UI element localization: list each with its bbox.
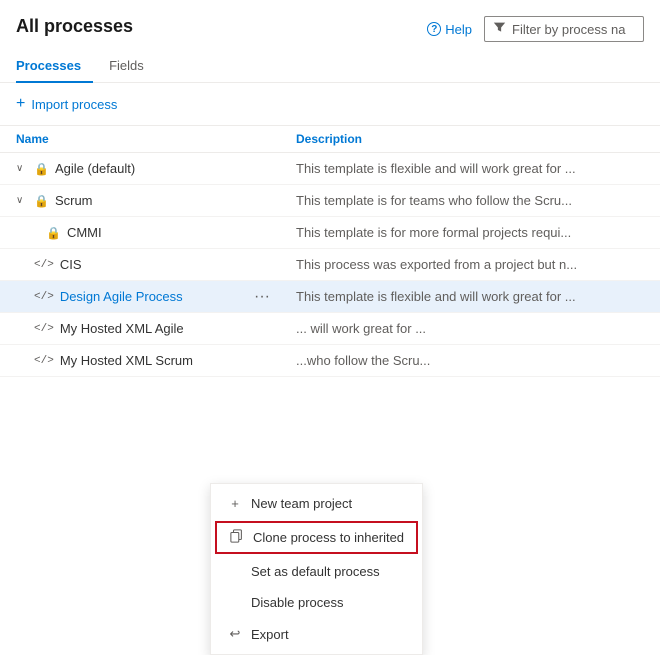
plus-icon: + bbox=[16, 95, 25, 113]
row-name-scrum: ∨ 🔒 Scrum bbox=[16, 193, 296, 208]
filter-placeholder: Filter by process na bbox=[512, 22, 625, 37]
process-name-design-agile[interactable]: Design Agile Process bbox=[60, 289, 183, 304]
row-description-xml-agile: ... will work great for ... bbox=[296, 321, 644, 336]
col-header-description[interactable]: Description bbox=[296, 132, 644, 146]
plus-menu-icon: + bbox=[227, 496, 243, 511]
col-header-name[interactable]: Name bbox=[16, 132, 296, 146]
table-row: ∨ 🔒 Scrum This template is for teams who… bbox=[0, 185, 660, 217]
row-name-agile: ∨ 🔒 Agile (default) bbox=[16, 161, 296, 176]
menu-item-disable[interactable]: Disable process bbox=[211, 587, 422, 618]
code-icon: </> bbox=[34, 259, 54, 271]
row-description-agile: This template is flexible and will work … bbox=[296, 161, 644, 176]
page-header: All processes ? Help Filter by process n… bbox=[0, 0, 660, 42]
row-name-cis: </> CIS bbox=[16, 257, 296, 272]
expand-icon[interactable]: ∨ bbox=[16, 163, 28, 174]
process-name-agile: Agile (default) bbox=[55, 161, 135, 176]
row-description-cis: This process was exported from a project… bbox=[296, 257, 644, 272]
row-description-scrum: This template is for teams who follow th… bbox=[296, 193, 644, 208]
import-process-button[interactable]: + Import process bbox=[16, 91, 117, 117]
help-link[interactable]: ? Help bbox=[427, 22, 472, 37]
menu-item-new-project[interactable]: + New team project bbox=[211, 488, 422, 519]
lock-icon: 🔒 bbox=[34, 162, 49, 176]
process-name-cmmi: CMMI bbox=[67, 225, 102, 240]
tab-fields[interactable]: Fields bbox=[109, 50, 156, 83]
table-row: ∨ 🔒 Agile (default) This template is fle… bbox=[0, 153, 660, 185]
import-label: Import process bbox=[31, 97, 117, 112]
row-name-cmmi: 🔒 CMMI bbox=[16, 225, 296, 240]
table-row: 🔒 CMMI This template is for more formal … bbox=[0, 217, 660, 249]
help-icon: ? bbox=[427, 22, 441, 36]
row-description-design-agile: This template is flexible and will work … bbox=[296, 289, 644, 304]
row-name-xml-agile: </> My Hosted XML Agile bbox=[16, 321, 296, 336]
table-header: Name Description bbox=[0, 126, 660, 153]
menu-label-disable: Disable process bbox=[251, 595, 344, 610]
toolbar: + Import process bbox=[0, 83, 660, 126]
process-name-scrum: Scrum bbox=[55, 193, 93, 208]
row-name-xml-scrum: </> My Hosted XML Scrum bbox=[16, 353, 296, 368]
table-body: ∨ 🔒 Agile (default) This template is fle… bbox=[0, 153, 660, 377]
code-icon: </> bbox=[34, 291, 54, 303]
menu-item-export[interactable]: ↩ Export bbox=[211, 618, 422, 650]
filter-box[interactable]: Filter by process na bbox=[484, 16, 644, 42]
tab-processes[interactable]: Processes bbox=[16, 50, 93, 83]
expand-icon[interactable]: ∨ bbox=[16, 195, 28, 206]
process-name-cis: CIS bbox=[60, 257, 82, 272]
table-row: </> My Hosted XML Agile ... will work gr… bbox=[0, 313, 660, 345]
menu-label-new-project: New team project bbox=[251, 496, 352, 511]
page-title: All processes bbox=[16, 16, 133, 37]
process-name-xml-agile: My Hosted XML Agile bbox=[60, 321, 184, 336]
filter-icon bbox=[493, 21, 506, 37]
clone-icon bbox=[229, 529, 245, 546]
header-actions: ? Help Filter by process na bbox=[427, 16, 644, 42]
lock-icon: 🔒 bbox=[46, 226, 61, 240]
table-row: </> CIS This process was exported from a… bbox=[0, 249, 660, 281]
menu-item-clone[interactable]: Clone process to inherited bbox=[215, 521, 418, 554]
menu-label-export: Export bbox=[251, 627, 289, 642]
code-icon: </> bbox=[34, 355, 54, 367]
help-label: Help bbox=[445, 22, 472, 37]
ellipsis-button[interactable]: ··· bbox=[248, 286, 276, 308]
table-row: </> My Hosted XML Scrum ...who follow th… bbox=[0, 345, 660, 377]
export-icon: ↩ bbox=[227, 626, 243, 642]
table-row-design-agile: </> Design Agile Process This template i… bbox=[0, 281, 660, 313]
process-name-xml-scrum: My Hosted XML Scrum bbox=[60, 353, 193, 368]
row-description-cmmi: This template is for more formal project… bbox=[296, 225, 644, 240]
tabs: Processes Fields bbox=[0, 50, 660, 83]
menu-item-set-default[interactable]: Set as default process bbox=[211, 556, 422, 587]
lock-icon: 🔒 bbox=[34, 194, 49, 208]
code-icon: </> bbox=[34, 323, 54, 335]
menu-label-set-default: Set as default process bbox=[251, 564, 380, 579]
context-menu: + New team project Clone process to inhe… bbox=[210, 483, 423, 655]
menu-label-clone: Clone process to inherited bbox=[253, 530, 404, 545]
row-description-xml-scrum: ...who follow the Scru... bbox=[296, 353, 644, 368]
